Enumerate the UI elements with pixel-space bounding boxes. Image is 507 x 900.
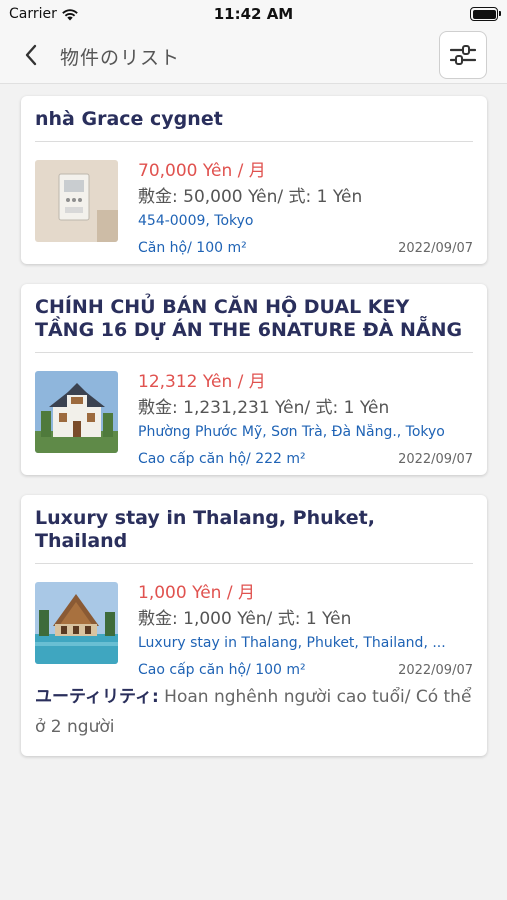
listing-date: 2022/09/07 xyxy=(398,452,473,467)
listing-title: CHÍNH CHỦ BÁN CĂN HỘ DUAL KEY TẦNG 16 DỰ… xyxy=(35,284,473,353)
listing-body: 1,000 Yên / 月 敷金: 1,000 Yên/ 式: 1 Yên Lu… xyxy=(35,564,473,686)
listing-deposit: 敷金: 1,000 Yên/ 式: 1 Yên xyxy=(138,609,352,629)
listing-body: 70,000 Yên / 月 敷金: 50,000 Yên/ 式: 1 Yên … xyxy=(35,142,473,264)
listing-title: Luxury stay in Thalang, Phuket, Thailand xyxy=(35,495,473,564)
listing-price: 1,000 Yên / 月 xyxy=(138,583,255,603)
listing-type: Căn hộ/ 100 m² xyxy=(138,240,247,256)
listing-card[interactable]: Luxury stay in Thalang, Phuket, Thailand xyxy=(21,495,487,756)
listing-date: 2022/09/07 xyxy=(398,663,473,678)
listing-deposit: 敷金: 1,231,231 Yên/ 式: 1 Yên xyxy=(138,398,390,418)
listing-card[interactable]: nhà Grace cygnet 70,000 Yên / 月 敷金: 50,0… xyxy=(21,96,487,264)
listing-price: 70,000 Yên / 月 xyxy=(138,161,266,181)
resort-photo xyxy=(35,582,118,664)
filter-button[interactable] xyxy=(439,31,487,79)
listing-date: 2022/09/07 xyxy=(398,241,473,256)
listing-type: Cao cấp căn hộ/ 222 m² xyxy=(138,451,306,467)
status-time: 11:42 AM xyxy=(213,5,294,23)
utilities-label: ユーティリティ: xyxy=(35,687,159,707)
chevron-left-icon xyxy=(25,44,37,66)
listing-thumbnail xyxy=(35,160,118,242)
status-bar: Carrier 11:42 AM xyxy=(0,0,507,28)
listing-deposit: 敷金: 50,000 Yên/ 式: 1 Yên xyxy=(138,187,363,207)
intercom-photo xyxy=(35,160,118,242)
listing-thumbnail xyxy=(35,582,118,664)
listing-utilities: ユーティリティ: Hoan nghênh người cao tuổi/ Có … xyxy=(35,682,473,756)
listing-thumbnail xyxy=(35,371,118,453)
navigation-bar: 物件のリスト xyxy=(0,28,507,84)
back-button[interactable] xyxy=(14,38,48,72)
listing-type: Cao cấp căn hộ/ 100 m² xyxy=(138,662,306,678)
listing-title: nhà Grace cygnet xyxy=(35,96,473,142)
battery-icon xyxy=(470,7,501,21)
listing-body: 12,312 Yên / 月 敷金: 1,231,231 Yên/ 式: 1 Y… xyxy=(35,353,473,475)
listing-address-link[interactable]: Luxury stay in Thalang, Phuket, Thailand… xyxy=(138,635,446,651)
listing-list: nhà Grace cygnet 70,000 Yên / 月 敷金: 50,0… xyxy=(21,96,487,776)
listing-card[interactable]: CHÍNH CHỦ BÁN CĂN HỘ DUAL KEY TẦNG 16 DỰ… xyxy=(21,284,487,475)
listing-price: 12,312 Yên / 月 xyxy=(138,372,266,392)
listing-address-link[interactable]: Phường Phước Mỹ, Sơn Trà, Đà Nẵng., Toky… xyxy=(138,424,445,440)
page-title: 物件のリスト xyxy=(60,47,181,69)
listing-address-link[interactable]: 454-0009, Tokyo xyxy=(138,213,254,229)
sliders-icon xyxy=(450,45,476,65)
villa-photo xyxy=(35,371,118,453)
